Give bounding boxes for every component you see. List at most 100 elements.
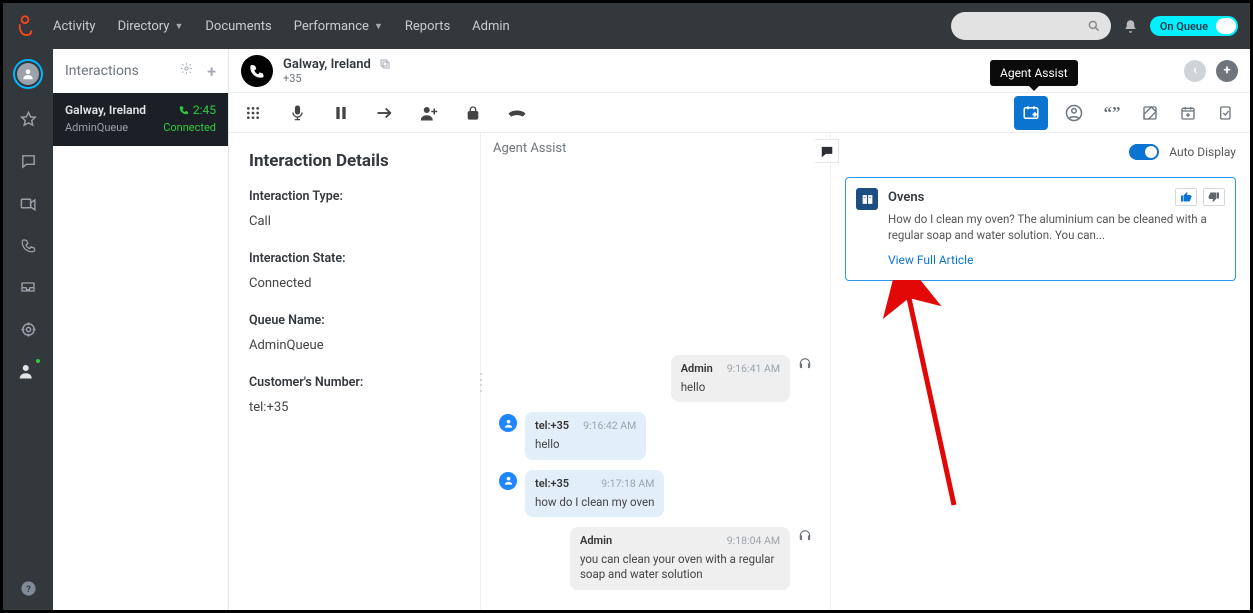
message-bubble: Admin9:18:04 AMyou can clean your oven w… [570,527,790,590]
transcript-panel: Agent Assist Admin 9:16:41 AM hello tel:+35… [481,133,830,610]
status-dot [34,357,42,365]
interactions-column: Interactions + Galway, Ireland 2:45 Admi… [53,49,229,610]
message-time: 9:16:42 AM [583,419,636,434]
svg-text:?: ? [26,584,31,595]
interaction-queue: AdminQueue [65,121,128,134]
interaction-state: Connected [163,121,216,134]
main-area: Galway, Ireland +35 ‹ + Agent Ass [229,49,1250,610]
book-icon [856,188,878,210]
on-queue-toggle[interactable]: On Queue [1150,16,1238,36]
message-row: tel:+35 9:17:18 AM how do I clean my oven [499,470,812,517]
dialpad-icon[interactable] [241,101,265,125]
chat-icon[interactable] [16,149,40,173]
message-text: hello [535,437,636,453]
call-type-icon [241,55,273,87]
call-toolbar: Agent Assist “” [229,93,1250,133]
chevron-down-icon: ▼ [174,21,183,32]
message-sender: Admin [580,534,612,549]
interaction-card[interactable]: Galway, Ireland 2:45 AdminQueue Connecte… [53,93,228,146]
hold-icon[interactable] [329,101,353,125]
message-text: how do I clean my oven [535,495,654,511]
call-phone: +35 [283,72,391,85]
agent-assist-tooltip: Agent Assist [990,60,1078,86]
card-title: Ovens [888,190,1223,205]
agent-headset-icon [798,529,812,543]
nav-item-activity[interactable]: Activity [53,19,96,34]
search-icon [1087,19,1101,33]
favorites-icon[interactable] [16,107,40,131]
video-icon[interactable] [16,191,40,215]
thumbs-down-icon[interactable] [1203,188,1225,206]
call-header: Galway, Ireland +35 ‹ + [229,49,1250,93]
customer-avatar-icon [499,414,517,432]
nav-item-directory[interactable]: Directory▼ [118,19,184,34]
agent-headset-icon [798,357,812,371]
nav-item-documents[interactable]: Documents [205,19,271,34]
settings-icon[interactable] [180,62,193,81]
message-sender: tel:+35 [535,477,569,492]
detail-label: Interaction State: [249,251,460,266]
add-participant-icon[interactable] [417,101,441,125]
hangup-icon[interactable] [505,101,529,125]
message-bubble: Admin 9:16:41 AM hello [671,355,790,402]
center-panel-title: Agent Assist [481,133,830,165]
panel-chat-icon[interactable] [815,139,839,163]
detail-value: Call [249,214,460,229]
knowledge-card[interactable]: Ovens How do I clean my oven? The alumin… [845,177,1236,281]
detail-value: Connected [249,276,460,291]
detail-value: tel:+35 [249,400,460,415]
thumbs-up-icon[interactable] [1175,188,1197,206]
detail-value: AdminQueue [249,338,460,353]
chevron-down-icon: ▼ [374,21,383,32]
notes-icon[interactable] [1138,101,1162,125]
add-interaction-icon[interactable]: + [1216,60,1238,82]
detail-label: Queue Name: [249,313,460,328]
interaction-details-panel: Interaction Details Interaction Type: Cal… [229,133,481,610]
mute-icon[interactable] [285,101,309,125]
inbox-icon[interactable] [16,275,40,299]
help-icon[interactable]: ? [16,576,40,600]
agent-icon[interactable] [16,359,40,383]
card-snippet: How do I clean my oven? The aluminium ca… [888,211,1223,243]
top-nav: Activity Directory▼ Documents Performance▼ R… [3,3,1250,49]
phone-icon[interactable] [16,233,40,257]
copy-icon[interactable] [379,58,391,70]
customer-avatar-icon [499,472,517,490]
nav-item-admin[interactable]: Admin [472,19,510,34]
schedule-icon[interactable] [1176,101,1200,125]
nav-menu: Activity Directory▼ Documents Performance▼ R… [53,19,510,34]
nav-item-performance[interactable]: Performance▼ [294,19,383,34]
on-queue-label: On Queue [1160,20,1208,33]
toggle-knob [1216,18,1236,34]
secure-pause-icon[interactable] [461,101,485,125]
wrap-up-icon[interactable] [1214,101,1238,125]
message-time: 9:17:18 AM [601,477,654,492]
notifications-icon[interactable] [1123,19,1138,34]
profile-avatar[interactable] [13,59,43,89]
message-time: 9:16:41 AM [727,362,780,377]
detail-label: Interaction Type: [249,189,460,204]
agent-assist-panel: Auto Display Ovens How do I clean my ove… [830,133,1250,610]
message-row: Admin9:18:04 AMyou can clean your oven w… [499,527,812,590]
interaction-location: Galway, Ireland [65,103,146,117]
details-heading: Interaction Details [249,151,460,171]
transfer-icon[interactable] [373,101,397,125]
view-full-article-link[interactable]: View Full Article [888,253,973,267]
auto-display-label: Auto Display [1169,145,1236,159]
message-row: Admin 9:16:41 AM hello [499,355,812,402]
apps-icon[interactable] [16,317,40,341]
profile-view-icon[interactable] [1062,101,1086,125]
nav-item-reports[interactable]: Reports [405,19,450,34]
brand-logo [15,14,35,38]
prev-arrow-icon[interactable]: ‹ [1184,60,1206,82]
message-time: 9:18:04 AM [727,534,780,549]
message-sender: Admin [681,362,713,377]
left-rail: ? [3,49,53,610]
add-icon[interactable]: + [207,62,216,81]
search-input[interactable] [951,12,1111,40]
auto-display-toggle[interactable] [1129,144,1159,160]
message-text: hello [681,380,780,396]
interactions-title: Interactions [65,63,139,79]
canned-response-icon[interactable]: “” [1100,101,1124,125]
agent-assist-button[interactable] [1014,96,1048,130]
